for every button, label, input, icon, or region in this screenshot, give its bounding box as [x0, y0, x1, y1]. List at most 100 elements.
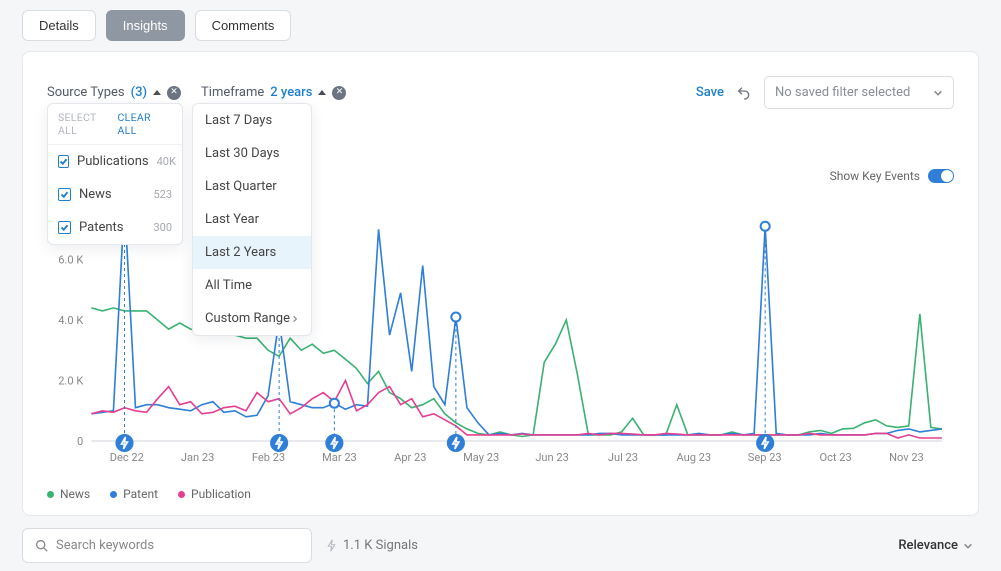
bottom-bar: Search keywords 1.1 K Signals Relevance [22, 528, 979, 563]
chart-legend: News Patent Publication [47, 487, 954, 501]
source-type-count: 523 [153, 188, 172, 201]
x-tick-label: Mar 23 [322, 451, 357, 464]
timeframe-option[interactable]: Last 2 Years [193, 236, 311, 269]
timeframe-option-label: Custom Range [205, 311, 290, 326]
y-tick-label: 2.0 K [58, 375, 83, 388]
legend-dot-icon [47, 491, 54, 498]
filter-right: Save No saved filter selected [696, 76, 954, 109]
checkbox-icon [58, 188, 71, 201]
timeframe-option[interactable]: Custom Range [193, 302, 311, 335]
chevron-down-icon [963, 541, 973, 551]
x-tick-label: Jan 23 [181, 451, 214, 464]
undo-icon[interactable] [736, 85, 752, 101]
event-ring-icon [330, 399, 339, 408]
timeframe-option-label: Last 30 Days [205, 146, 279, 161]
x-tick-label: May 23 [463, 451, 499, 464]
sort-label: Relevance [898, 538, 958, 553]
timeframe-option-label: Last Quarter [205, 179, 277, 194]
clear-timeframe-icon[interactable]: ✕ [332, 86, 346, 100]
filter-source-types-label: Source Types [47, 85, 125, 100]
event-marker[interactable] [115, 434, 133, 452]
saved-filter-select[interactable]: No saved filter selected [764, 76, 954, 109]
sort-select[interactable]: Relevance [898, 538, 979, 553]
filter-timeframe-label: Timeframe [201, 85, 264, 100]
chevron-down-icon [933, 88, 943, 98]
tab-details[interactable]: Details [22, 10, 96, 41]
x-tick-label: Oct 23 [819, 451, 851, 464]
bolt-icon [326, 539, 337, 552]
signals-count: 1.1 K Signals [326, 538, 418, 553]
event-marker[interactable] [325, 434, 343, 452]
x-tick-label: Sep 23 [748, 451, 782, 464]
x-tick-label: Jul 23 [608, 451, 638, 464]
clear-source-types-icon[interactable]: ✕ [167, 86, 181, 100]
legend-label: Patent [123, 487, 158, 501]
source-type-label: Patents [79, 220, 124, 235]
x-tick-label: Apr 23 [394, 451, 426, 464]
x-tick-label: Dec 22 [110, 451, 144, 464]
show-key-events-label: Show Key Events [830, 169, 920, 183]
filter-left: Source Types (3) ✕ Timeframe 2 years ✕ [47, 85, 346, 100]
timeframe-option[interactable]: All Time [193, 269, 311, 302]
y-tick-label: 0 [77, 435, 83, 448]
source-type-label: News [79, 187, 112, 202]
key-events-toggle[interactable] [928, 169, 954, 183]
filter-source-types[interactable]: Source Types (3) ✕ [47, 85, 181, 100]
timeframe-option[interactable]: Last Quarter [193, 170, 311, 203]
event-ring-icon [451, 312, 460, 321]
signals-text: 1.1 K Signals [343, 538, 418, 553]
save-filter-button[interactable]: Save [696, 85, 724, 100]
select-all-button[interactable]: SELECT ALL [58, 111, 118, 137]
source-type-option[interactable]: Patents 300 [48, 211, 182, 244]
legend-item[interactable]: Patent [110, 487, 158, 501]
insights-panel: Source Types (3) ✕ Timeframe 2 years ✕ S… [22, 51, 979, 516]
search-input[interactable]: Search keywords [22, 528, 312, 563]
clear-all-button[interactable]: CLEAR ALL [118, 111, 172, 137]
checkbox-icon [58, 155, 69, 168]
source-type-count: 40K [157, 155, 176, 168]
caret-up-icon [318, 90, 326, 95]
tab-comments[interactable]: Comments [195, 10, 292, 41]
timeframe-option[interactable]: Last 30 Days [193, 137, 311, 170]
legend-item[interactable]: News [47, 487, 90, 501]
y-tick-label: 6.0 K [58, 254, 83, 267]
x-tick-label: Feb 23 [252, 451, 285, 464]
tab-insights[interactable]: Insights [106, 10, 185, 41]
timeframe-option[interactable]: Last Year [193, 203, 311, 236]
timeline-chart: 0 2.0 K 4.0 K 6.0 K Dec 22 Jan 23 Feb 23 Mar 23… [47, 191, 954, 471]
timeframe-dropdown: Last 7 Days Last 30 Days Last Quarter Last … [192, 103, 312, 336]
source-type-option[interactable]: News 523 [48, 178, 182, 211]
filter-bar: Source Types (3) ✕ Timeframe 2 years ✕ S… [47, 76, 954, 109]
legend-dot-icon [110, 491, 117, 498]
timeframe-option-label: Last Year [205, 212, 259, 227]
source-type-count: 300 [153, 221, 172, 234]
search-icon [35, 539, 48, 552]
legend-item[interactable]: Publication [178, 487, 251, 501]
timeframe-option-label: All Time [205, 278, 252, 293]
source-type-label: Publications [77, 154, 149, 169]
chevron-right-icon [291, 315, 299, 323]
x-tick-label: Jun 23 [535, 451, 569, 464]
filter-source-types-count: (3) [131, 85, 147, 100]
legend-label: Publication [191, 487, 251, 501]
caret-up-icon [153, 90, 161, 95]
saved-filter-placeholder: No saved filter selected [775, 85, 910, 100]
chart-header: Show Key Events [47, 169, 954, 183]
y-tick-label: 4.0 K [58, 314, 83, 327]
checkbox-icon [58, 221, 71, 234]
timeframe-option-label: Last 7 Days [205, 113, 272, 128]
source-types-dropdown: SELECT ALL CLEAR ALL Publications 40K News… [47, 103, 183, 245]
x-tick-label: Nov 23 [889, 451, 924, 464]
source-type-option[interactable]: Publications 40K [48, 145, 182, 178]
event-marker[interactable] [447, 434, 465, 452]
search-placeholder: Search keywords [56, 538, 154, 553]
chart-area: 0 2.0 K 4.0 K 6.0 K Dec 22 Jan 23 Feb 23 Mar 23… [47, 191, 954, 471]
filter-timeframe[interactable]: Timeframe 2 years ✕ [201, 85, 346, 100]
legend-label: News [60, 487, 90, 501]
timeframe-option[interactable]: Last 7 Days [193, 104, 311, 137]
event-ring-icon [761, 222, 770, 231]
timeframe-option-label: Last 2 Years [205, 245, 276, 260]
x-tick-label: Aug 23 [676, 451, 711, 464]
event-marker[interactable] [270, 434, 288, 452]
event-marker[interactable] [756, 434, 774, 452]
